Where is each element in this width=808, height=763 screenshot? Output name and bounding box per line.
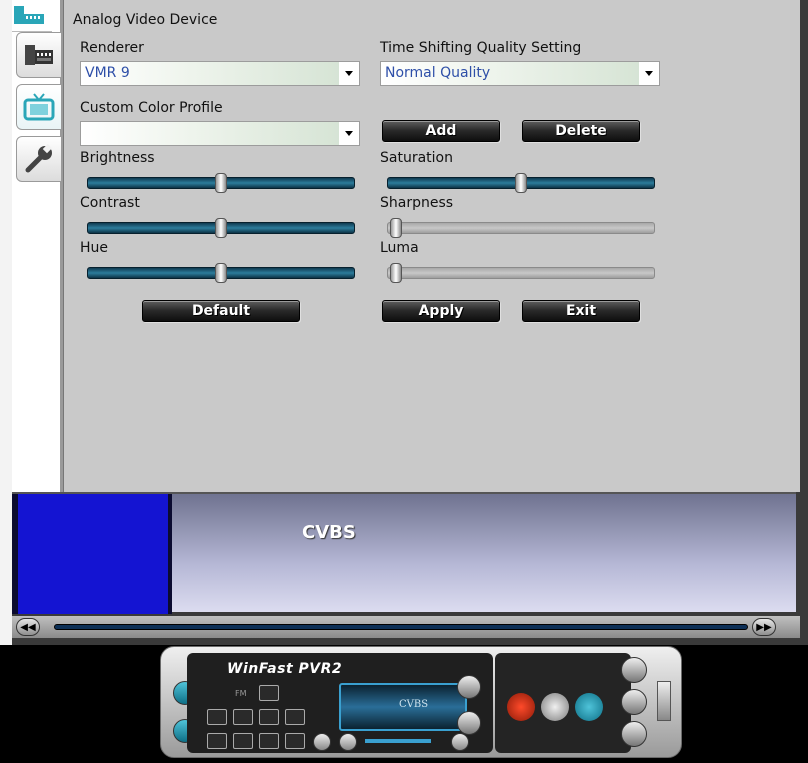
lcd-text: CVBS [399, 699, 429, 710]
remote-main-panel: WinFast PVR2 FM CVBS [187, 653, 493, 753]
right-edge [800, 0, 808, 645]
eye-icon[interactable] [285, 709, 305, 725]
timeshift-value: Normal Quality [385, 65, 491, 81]
tab-capture[interactable] [16, 32, 62, 78]
preview-source-label: CVBS [302, 522, 356, 543]
contrast-thumb[interactable] [215, 218, 227, 238]
dialog-title: Analog Video Device [73, 12, 218, 28]
chevron-down-icon[interactable] [339, 62, 359, 85]
fullscreen-icon[interactable] [285, 733, 305, 749]
timeshift-icon[interactable] [541, 693, 569, 721]
top-tab[interactable] [12, 0, 52, 32]
minus-icon[interactable] [339, 733, 357, 751]
hue-thumb[interactable] [215, 263, 227, 283]
app-window: Analog Video Device Renderer VMR 9 Time … [0, 0, 808, 763]
wrench-icon[interactable] [621, 657, 647, 683]
sharpness-label: Sharpness [380, 195, 454, 211]
sharpness-slider [387, 218, 655, 238]
fm-label: FM [235, 689, 247, 698]
tab-display[interactable] [16, 84, 62, 130]
contrast-label: Contrast [80, 195, 140, 211]
saturation-thumb[interactable] [515, 173, 527, 193]
renderer-select[interactable]: VMR 9 [80, 61, 360, 86]
tv-icon [23, 93, 55, 121]
luma-thumb [390, 263, 402, 283]
default-button[interactable]: Default [142, 300, 300, 322]
chevron-down-icon[interactable] [339, 122, 359, 145]
preview-scrollbar[interactable]: ◀◀ ▶▶ [12, 616, 800, 638]
contrast-slider[interactable] [87, 218, 355, 238]
brand-logo: WinFast PVR2 [227, 661, 343, 677]
apply-button[interactable]: Apply [382, 300, 500, 322]
collapse-handle[interactable] [657, 681, 671, 721]
wrench-icon [25, 144, 52, 173]
keypad-icon[interactable] [621, 721, 647, 747]
delete-button[interactable]: Delete [522, 120, 640, 142]
film-icon [14, 6, 44, 24]
film-icon [25, 45, 53, 65]
rewind-icon[interactable]: ◀◀ [16, 618, 40, 636]
video-preview: CVBS [12, 492, 796, 614]
saturation-label: Saturation [380, 150, 453, 166]
exit-button[interactable]: Exit [522, 300, 640, 322]
brightness-slider[interactable] [87, 173, 355, 193]
renderer-label: Renderer [80, 40, 144, 56]
hue-label: Hue [80, 240, 109, 256]
pip-icon[interactable] [207, 733, 227, 749]
brightness-thumb[interactable] [215, 173, 227, 193]
camera-icon[interactable] [259, 685, 279, 701]
timeshift-label: Time Shifting Quality Setting [380, 40, 582, 56]
fast-forward-icon[interactable]: ▶▶ [752, 618, 776, 636]
channel-up-icon[interactable] [457, 675, 481, 699]
plus-icon[interactable] [451, 733, 469, 751]
luma-slider [387, 263, 655, 283]
renderer-value: VMR 9 [85, 65, 130, 81]
chevron-down-icon[interactable] [639, 62, 659, 85]
folder-icon[interactable] [207, 709, 227, 725]
split-view-icon[interactable] [259, 733, 279, 749]
luma-label: Luma [380, 240, 419, 256]
tab-tools[interactable] [16, 136, 62, 182]
snapshot-icon[interactable] [233, 709, 253, 725]
preview-thumbnail [12, 494, 172, 614]
color-profile-label: Custom Color Profile [80, 100, 223, 116]
volume-slider[interactable] [365, 739, 431, 743]
brightness-label: Brightness [80, 150, 155, 166]
left-edge [0, 0, 12, 645]
timeshift-select[interactable]: Normal Quality [380, 61, 660, 86]
remote-control: WinFast PVR2 FM CVBS [160, 646, 682, 758]
sharpness-thumb [390, 218, 402, 238]
record-settings-icon[interactable] [259, 709, 279, 725]
remote-transport-panel [495, 653, 631, 753]
add-button[interactable]: Add [382, 120, 500, 142]
saturation-slider[interactable] [387, 173, 655, 193]
channel-down-icon[interactable] [457, 711, 481, 735]
lcd-display: CVBS [339, 683, 467, 731]
color-profile-select[interactable] [80, 121, 360, 146]
hue-slider[interactable] [87, 263, 355, 283]
memory-icon[interactable] [621, 689, 647, 715]
record-icon[interactable] [507, 693, 535, 721]
volume-icon[interactable] [313, 733, 331, 751]
window-icon[interactable] [233, 733, 253, 749]
schedule-icon[interactable] [575, 693, 603, 721]
scroll-track[interactable] [54, 624, 748, 630]
